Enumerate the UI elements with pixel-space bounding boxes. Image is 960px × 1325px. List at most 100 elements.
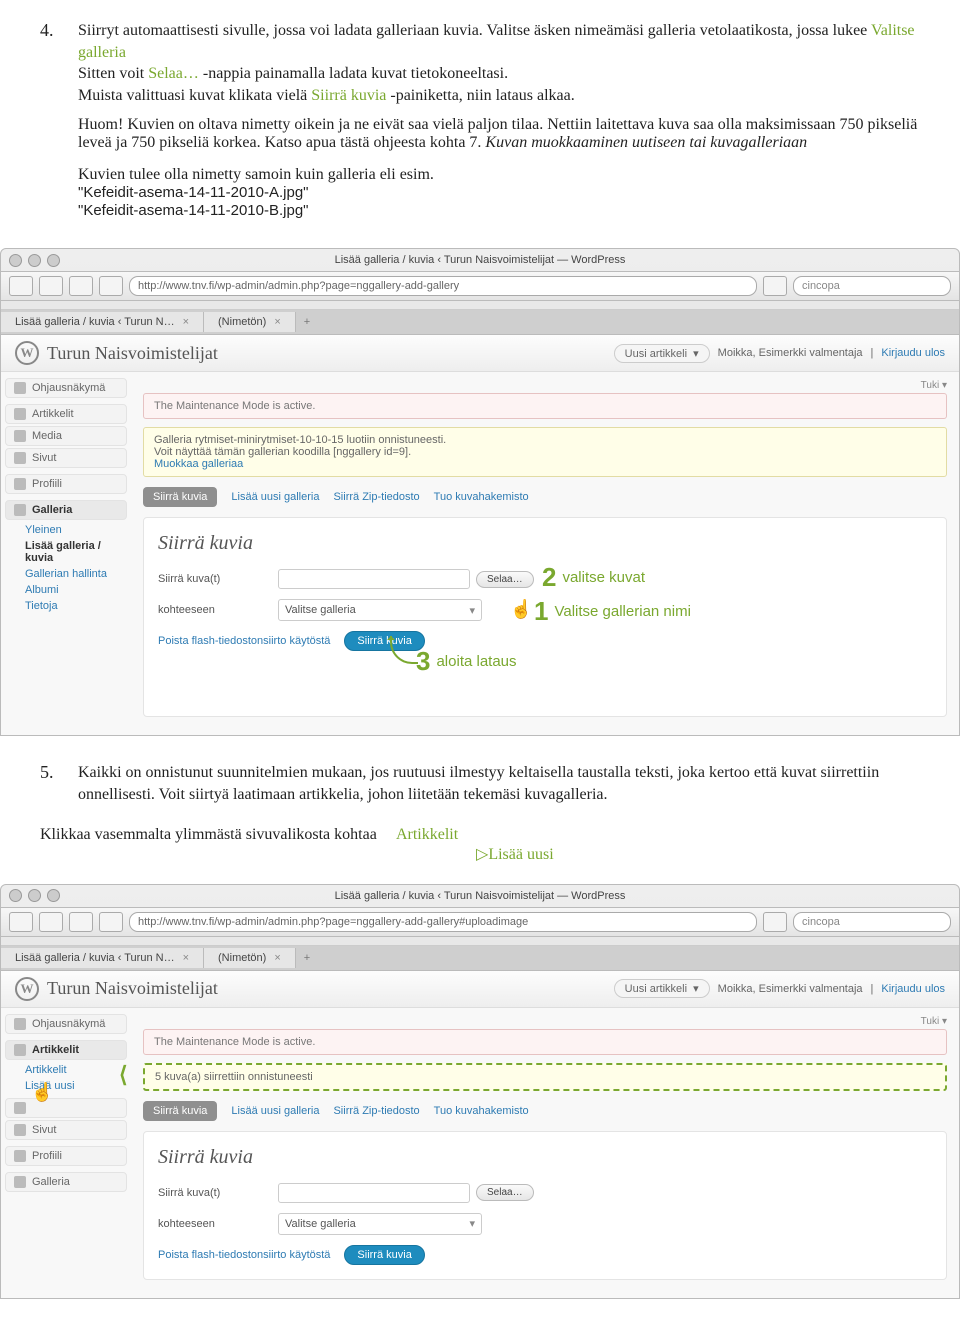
step4-number: 4. bbox=[40, 20, 78, 106]
new-tab-button[interactable]: + bbox=[296, 316, 318, 328]
browser-tab-2[interactable]: (Nimetön)× bbox=[204, 312, 296, 332]
sidebar-posts-new[interactable]: Lisää uusi bbox=[1, 1078, 131, 1094]
gallery-select[interactable]: Valitse galleria bbox=[278, 1213, 482, 1235]
tab-zip[interactable]: Siirrä Zip-tiedosto bbox=[333, 491, 419, 503]
sidebar-profile[interactable]: Profiili bbox=[5, 474, 127, 494]
traffic-light-close[interactable] bbox=[9, 254, 22, 267]
back-button[interactable] bbox=[9, 276, 33, 296]
browse-button[interactable]: Selaa… bbox=[476, 1184, 534, 1201]
help-tab[interactable]: Tuki ▾ bbox=[143, 1016, 947, 1029]
sidebar-dashboard[interactable]: Ohjausnäkymä bbox=[5, 1014, 127, 1034]
browser-tab-2[interactable]: (Nimetön)× bbox=[204, 948, 296, 968]
browser-tab-1[interactable]: Lisää galleria / kuvia ‹ Turun N… × bbox=[1, 312, 204, 332]
pin-icon bbox=[14, 408, 26, 420]
file-input[interactable] bbox=[278, 569, 470, 589]
sidebar-galleria-album[interactable]: Albumi bbox=[1, 582, 131, 598]
t: Valitse galleria bbox=[285, 604, 356, 616]
tab-import[interactable]: Tuo kuvahakemisto bbox=[434, 491, 529, 503]
help-tab[interactable]: Tuki ▾ bbox=[143, 380, 947, 393]
sidebar-galleria-general[interactable]: Yleinen bbox=[1, 522, 131, 538]
sidebar-pages[interactable]: Sivut bbox=[5, 1120, 127, 1140]
sidebar-pages[interactable]: Sivut bbox=[5, 448, 127, 468]
traffic-light-zoom[interactable] bbox=[47, 254, 60, 267]
t: Klikkaa vasemmalta ylimmästä sivuvalikos… bbox=[40, 826, 377, 843]
sidebar-posts-all[interactable]: Artikkelit bbox=[1, 1062, 131, 1078]
feed-button[interactable] bbox=[763, 276, 787, 296]
t: Artikkelit bbox=[32, 1044, 79, 1056]
tab-upload[interactable]: Siirrä kuvia bbox=[143, 1101, 217, 1121]
triangle-icon: ▷ bbox=[476, 846, 488, 863]
logout-link[interactable]: Kirjaudu ulos bbox=[881, 983, 945, 995]
traffic-light-min[interactable] bbox=[28, 254, 41, 267]
traffic-light-close[interactable] bbox=[9, 889, 22, 902]
url-bar[interactable]: http://www.tnv.fi/wp-admin/admin.php?pag… bbox=[129, 276, 757, 296]
wp-site-title[interactable]: W Turun Naisvoimistelijat bbox=[15, 341, 218, 365]
disable-flash-link[interactable]: Poista flash-tiedostonsiirto käytöstä bbox=[158, 1249, 330, 1261]
tab-close-icon[interactable]: × bbox=[183, 952, 189, 964]
traffic-light-min[interactable] bbox=[28, 889, 41, 902]
dashboard-icon bbox=[14, 382, 26, 394]
sidebar-galleria[interactable]: Galleria bbox=[5, 1172, 127, 1192]
url-bar[interactable]: http://www.tnv.fi/wp-admin/admin.php?pag… bbox=[129, 912, 757, 932]
tab-close-icon[interactable]: × bbox=[274, 952, 280, 964]
search-field[interactable]: cincopa bbox=[793, 276, 951, 296]
filename-2: "Kefeidit-asema-14-11-2010-B.jpg" bbox=[78, 202, 309, 219]
sidebar-media[interactable]: Media bbox=[5, 426, 127, 446]
window-titlebar: Lisää galleria / kuvia ‹ Turun Naisvoimi… bbox=[1, 249, 959, 272]
t: http://www.tnv.fi/wp-admin/admin.php?pag… bbox=[138, 916, 528, 928]
browse-button[interactable]: Selaa… bbox=[476, 571, 534, 588]
screenshot-1: Lisää galleria / kuvia ‹ Turun Naisvoimi… bbox=[0, 248, 960, 736]
file-input[interactable] bbox=[278, 1183, 470, 1203]
t: cincopa bbox=[802, 280, 840, 292]
reload-button[interactable] bbox=[69, 912, 93, 932]
tab-import[interactable]: Tuo kuvahakemisto bbox=[434, 1105, 529, 1117]
home-button[interactable] bbox=[99, 912, 123, 932]
new-post-button[interactable]: Uusi artikkeli ▾ bbox=[614, 979, 710, 998]
sidebar-galleria-about[interactable]: Tietoja bbox=[1, 598, 131, 614]
traffic-light-zoom[interactable] bbox=[47, 889, 60, 902]
t: Lisää galleria / kuvia ‹ Turun N… bbox=[15, 316, 175, 328]
user-icon bbox=[14, 478, 26, 490]
sidebar-media[interactable]: Media bbox=[5, 1098, 127, 1118]
dashboard-icon bbox=[14, 1018, 26, 1030]
wp-site-title[interactable]: W Turun Naisvoimistelijat bbox=[15, 977, 218, 1001]
t: Uusi artikkeli bbox=[625, 983, 687, 995]
logout-link[interactable]: Kirjaudu ulos bbox=[881, 347, 945, 359]
tab-zip[interactable]: Siirrä Zip-tiedosto bbox=[333, 1105, 419, 1117]
tab-new-gallery[interactable]: Lisää uusi galleria bbox=[231, 1105, 319, 1117]
back-button[interactable] bbox=[9, 912, 33, 932]
forward-button[interactable] bbox=[39, 912, 63, 932]
sidebar-galleria-manage[interactable]: Gallerian hallinta bbox=[1, 566, 131, 582]
new-post-button[interactable]: Uusi artikkeli ▾ bbox=[614, 344, 710, 363]
sidebar-dashboard[interactable]: Ohjausnäkymä bbox=[5, 378, 127, 398]
sidebar-profile[interactable]: Profiili bbox=[5, 1146, 127, 1166]
tab-new-gallery[interactable]: Lisää uusi galleria bbox=[231, 491, 319, 503]
upload-success-notice: 5 kuva(a) siirrettiin onnistuneesti bbox=[143, 1063, 947, 1091]
home-button[interactable] bbox=[99, 276, 123, 296]
edit-gallery-link[interactable]: Muokkaa galleriaa bbox=[154, 458, 243, 470]
feed-button[interactable] bbox=[763, 912, 787, 932]
disable-flash-link[interactable]: Poista flash-tiedostonsiirto käytöstä bbox=[158, 635, 330, 647]
window-title: Lisää galleria / kuvia ‹ Turun Naisvoimi… bbox=[335, 890, 626, 902]
reload-button[interactable] bbox=[69, 276, 93, 296]
label-target: kohteeseen bbox=[158, 604, 278, 616]
sidebar-galleria-add[interactable]: Lisää galleria / kuvia bbox=[1, 538, 131, 566]
search-field[interactable]: cincopa bbox=[793, 912, 951, 932]
tab-close-icon[interactable]: × bbox=[274, 316, 280, 328]
sidebar-galleria[interactable]: Galleria bbox=[5, 500, 127, 520]
sidebar-posts[interactable]: Artikkelit bbox=[5, 404, 127, 424]
maintenance-notice: The Maintenance Mode is active. bbox=[143, 393, 947, 419]
upload-button[interactable]: Siirrä kuvia bbox=[344, 1245, 424, 1265]
t: http://www.tnv.fi/wp-admin/admin.php?pag… bbox=[138, 280, 459, 292]
tab-close-icon[interactable]: × bbox=[183, 316, 189, 328]
gallery-icon bbox=[14, 1176, 26, 1188]
arrow-arc-icon bbox=[390, 636, 418, 664]
gallery-select[interactable]: Valitse galleria bbox=[278, 599, 482, 621]
t: Lisää galleria / kuvia ‹ Turun N… bbox=[15, 952, 175, 964]
forward-button[interactable] bbox=[39, 276, 63, 296]
sidebar-posts[interactable]: Artikkelit bbox=[5, 1040, 127, 1060]
new-tab-button[interactable]: + bbox=[296, 952, 318, 964]
browser-tab-1[interactable]: Lisää galleria / kuvia ‹ Turun N… × bbox=[1, 948, 204, 968]
window-titlebar: Lisää galleria / kuvia ‹ Turun Naisvoimi… bbox=[1, 885, 959, 908]
tab-upload[interactable]: Siirrä kuvia bbox=[143, 487, 217, 507]
